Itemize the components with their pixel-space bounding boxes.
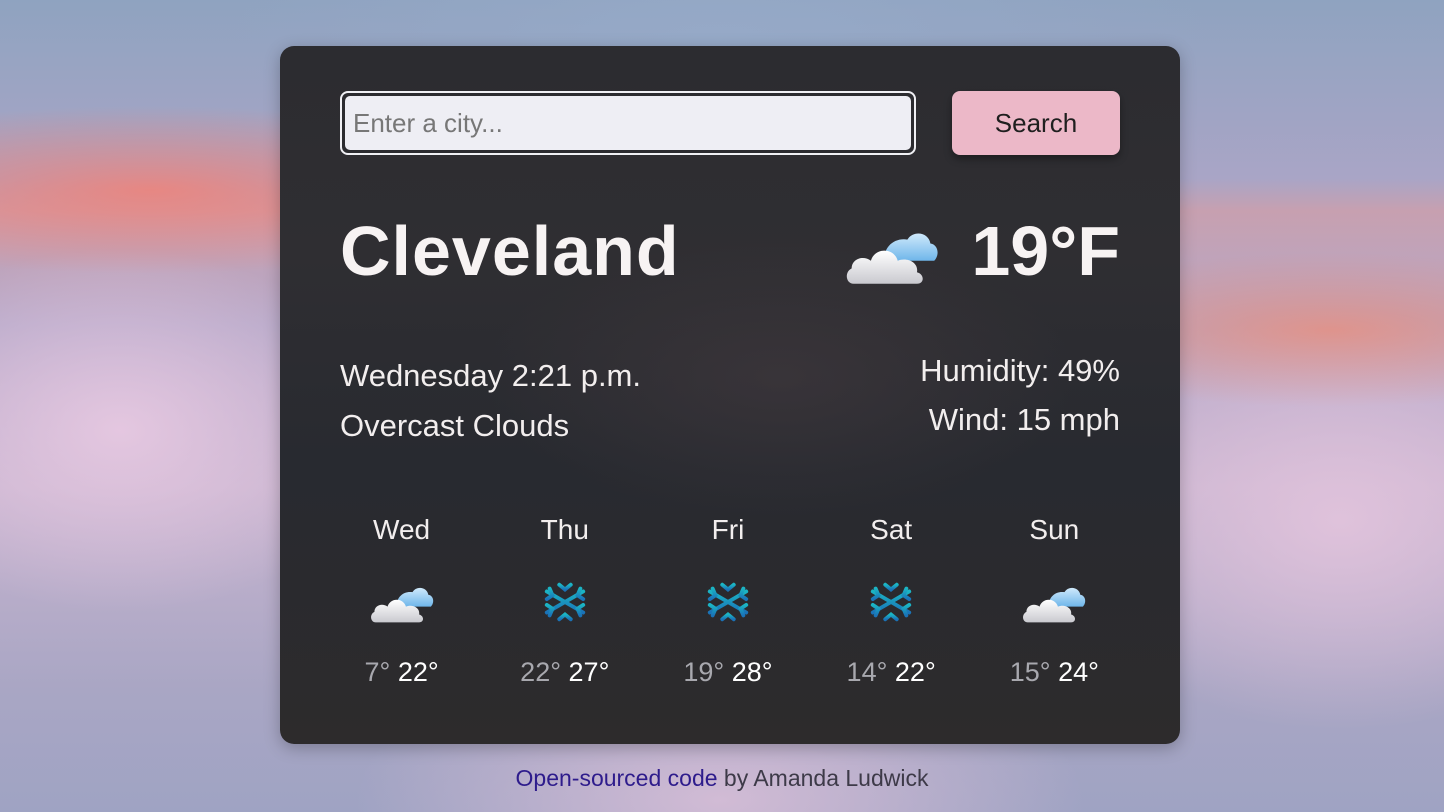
forecast-min-temp: 7° — [364, 657, 391, 687]
current-temperature: 19°F — [971, 212, 1120, 290]
forecast-day: Sat 14° 22° — [810, 508, 973, 692]
snowflake-icon — [867, 578, 915, 626]
forecast: Wed 7° 22° Thu 22° 27° Fri 19° 28° Sat 1… — [320, 508, 1136, 692]
humidity: Humidity: 49% — [920, 353, 1120, 388]
date-time: Wednesday 2:21 p.m. — [340, 358, 641, 393]
forecast-day: Thu 22° 27° — [483, 508, 646, 692]
forecast-min-temp: 15° — [1009, 657, 1051, 687]
forecast-temps: 14° 22° — [810, 652, 973, 692]
forecast-day-name: Thu — [540, 514, 589, 545]
forecast-temps: 19° 28° — [646, 652, 809, 692]
forecast-temps: 15° 24° — [973, 652, 1136, 692]
forecast-max-temp: 22° — [397, 657, 439, 687]
search-input[interactable] — [345, 96, 911, 150]
footer: Open-sourced code by Amanda Ludwick — [0, 765, 1444, 792]
forecast-max-temp: 27° — [568, 657, 610, 687]
forecast-day-name: Sat — [870, 514, 913, 545]
forecast-max-temp: 24° — [1058, 657, 1099, 687]
source-code-link[interactable]: Open-sourced code — [516, 765, 718, 791]
cloud-icon — [1021, 579, 1087, 625]
forecast-temps: 7° 22° — [320, 652, 483, 692]
forecast-day-name: Wed — [373, 514, 431, 545]
forecast-temps: 22° 27° — [483, 652, 646, 692]
forecast-min-temp: 19° — [683, 657, 725, 687]
forecast-day-name: Fri — [711, 514, 745, 545]
forecast-day: Wed 7° 22° — [320, 508, 483, 692]
cloud-icon — [844, 218, 940, 290]
search-field[interactable] — [340, 91, 916, 155]
snowflake-icon — [704, 578, 752, 626]
city-name: Cleveland — [340, 212, 680, 290]
forecast-min-temp: 22° — [520, 657, 562, 687]
search-button[interactable]: Search — [952, 91, 1120, 155]
snowflake-icon — [541, 578, 589, 626]
forecast-day: Sun 15° 24° — [973, 508, 1136, 692]
cloud-icon — [369, 579, 435, 625]
footer-author: by Amanda Ludwick — [717, 765, 929, 791]
current-conditions: Humidity: 49% Wind: 15 mph — [920, 346, 1120, 444]
weather-card: Search Cleveland 19°F Wednesday 2:21 p.m… — [280, 46, 1180, 744]
forecast-day: Fri 19° 28° — [646, 508, 809, 692]
weather-description: Overcast Clouds — [340, 408, 570, 443]
forecast-max-temp: 22° — [894, 657, 936, 687]
forecast-min-temp: 14° — [846, 657, 888, 687]
current-details: Wednesday 2:21 p.m. Overcast Clouds — [340, 351, 641, 451]
forecast-max-temp: 28° — [731, 657, 773, 687]
forecast-day-name: Sun — [1029, 514, 1080, 545]
wind: Wind: 15 mph — [928, 402, 1120, 437]
